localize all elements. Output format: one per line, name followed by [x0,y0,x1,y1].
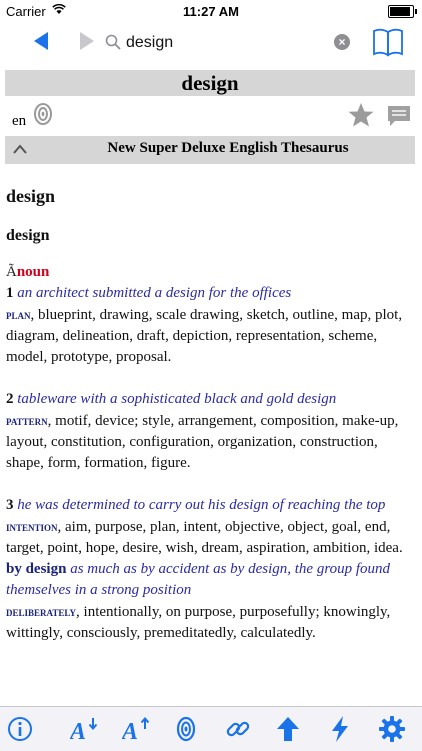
sense-example: tableware with a sophisticated black and… [17,391,337,407]
info-icon[interactable] [6,715,34,743]
sense-example: he was determined to carry out his desig… [17,497,386,513]
phrase-keyword[interactable]: deliberately [6,604,76,619]
increase-font-icon[interactable]: A [122,715,150,743]
search-icon [105,34,121,50]
svg-text:A: A [70,719,86,743]
clock: 11:27 AM [183,4,239,19]
dictionary-title: New Super Deluxe English Thesaurus [107,140,349,156]
forward-arrow-icon[interactable] [80,32,94,50]
search-input[interactable] [126,30,326,56]
sense-example: an architect submitted a design for the … [17,285,292,301]
lightning-icon[interactable] [326,715,354,743]
headword-title: design [5,70,415,96]
decrease-font-icon[interactable]: A [70,715,98,743]
bottom-toolbar: A A [0,706,422,751]
back-arrow-icon[interactable] [34,32,48,50]
battery-icon [388,5,417,18]
sense-synonyms: , blueprint, drawing, scale drawing, ske… [6,307,403,365]
sense-keyword[interactable]: intention [6,519,58,534]
svg-text:A: A [122,719,138,743]
sense-keyword[interactable]: pattern [6,413,48,428]
favorite-star-icon[interactable] [348,102,374,128]
note-icon[interactable] [386,104,412,128]
entry-subheading: design [6,227,50,244]
pos-prefix: Ã [6,264,17,280]
phrase-entry: by design as much as by accident as by d… [6,559,410,644]
clear-search-icon[interactable]: × [334,34,350,50]
settings-gear-icon[interactable] [378,715,406,743]
sense-number: 1 [6,285,14,301]
part-of-speech: Ãnoun [6,262,410,283]
sense-1: 1 an architect submitted a design for th… [6,283,410,368]
entry-heading: design [6,186,56,206]
phrase-term: by design [6,561,67,577]
sense-number: 3 [6,497,14,513]
pronunciation-audio-icon[interactable] [33,102,53,126]
book-icon[interactable] [372,27,404,57]
language-label: en [12,113,27,129]
sense-synonyms: , motif, device; style, arrangement, com… [6,413,399,471]
sense-2: 2 tableware with a sophisticated black a… [6,389,410,474]
status-bar: Carrier 11:27 AM [0,0,422,22]
entry-content: design design Ãnoun 1 an architect submi… [6,180,410,644]
sense-number: 2 [6,391,14,407]
up-arrow-icon[interactable] [274,715,302,743]
pos-label: noun [16,264,50,280]
link-icon[interactable] [224,715,252,743]
sense-synonyms: , aim, purpose, plan, intent, objective,… [6,519,403,556]
sense-3: 3 he was determined to carry out his des… [6,495,410,559]
dictionary-header[interactable]: New Super Deluxe English Thesaurus [5,136,415,164]
search-bar: × [0,22,422,66]
chevron-up-icon[interactable] [13,144,27,154]
sense-keyword[interactable]: plan [6,307,31,322]
audio-icon[interactable] [172,715,200,743]
